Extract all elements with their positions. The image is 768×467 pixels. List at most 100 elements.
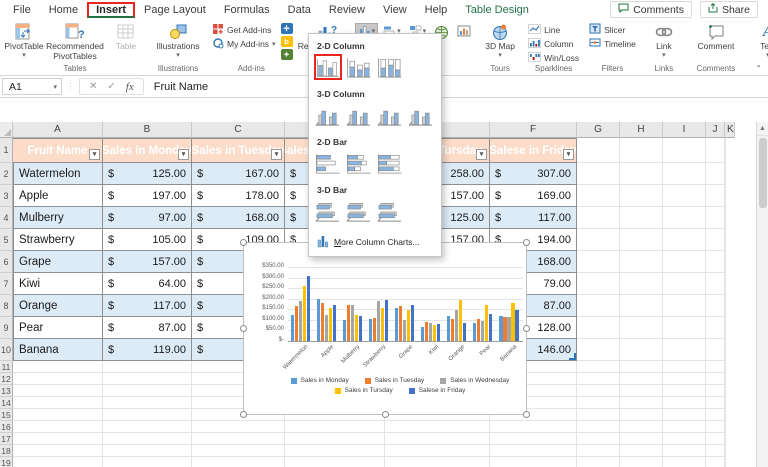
row-header-7[interactable]: 7 xyxy=(0,273,13,295)
cell-K1[interactable] xyxy=(725,138,726,163)
tab-file[interactable]: File xyxy=(4,2,40,18)
cell-B17[interactable] xyxy=(103,433,192,445)
chart-bar[interactable] xyxy=(328,308,332,341)
legend-item[interactable]: Sales in Tuesday xyxy=(364,377,424,384)
cell-G19[interactable] xyxy=(577,457,620,467)
cell-A14[interactable] xyxy=(13,397,103,409)
cell-H13[interactable] xyxy=(620,385,663,397)
row-header-2[interactable]: 2 xyxy=(0,163,13,185)
chart-bar[interactable] xyxy=(437,324,441,341)
cell-I12[interactable] xyxy=(663,373,706,385)
cell-F19[interactable] xyxy=(490,457,577,467)
row-header-3[interactable]: 3 xyxy=(0,185,13,207)
chart-bar[interactable] xyxy=(332,305,336,341)
chart-bar[interactable] xyxy=(477,319,481,341)
cell-J10[interactable] xyxy=(706,339,725,361)
cell-A19[interactable] xyxy=(13,457,103,467)
filter-button-F1[interactable]: ▾ xyxy=(563,149,574,160)
chart-resize-handle[interactable] xyxy=(382,411,389,418)
chart-bar[interactable] xyxy=(463,323,467,341)
cell-J11[interactable] xyxy=(706,361,725,373)
cell-H5[interactable] xyxy=(620,229,663,251)
cell-I11[interactable] xyxy=(663,361,706,373)
cell-G8[interactable] xyxy=(577,295,620,317)
cell-J18[interactable] xyxy=(706,445,725,457)
cell-K13[interactable] xyxy=(725,385,726,397)
cell-B9[interactable]: $87.00 xyxy=(103,317,192,339)
cell-I19[interactable] xyxy=(663,457,706,467)
column-header-H[interactable]: H xyxy=(620,122,663,138)
cell-G14[interactable] xyxy=(577,397,620,409)
chart-bar[interactable] xyxy=(410,305,415,341)
chart-resize-handle[interactable] xyxy=(523,411,530,418)
row-header-11[interactable]: 11 xyxy=(0,361,13,373)
legend-item[interactable]: Sales in Wednesday xyxy=(440,377,509,384)
addin-app-icon-2[interactable]: b xyxy=(280,36,293,47)
row-header-4[interactable]: 4 xyxy=(0,207,13,229)
chart-bar[interactable] xyxy=(421,327,425,341)
cell-I2[interactable] xyxy=(663,163,706,185)
cell-I7[interactable] xyxy=(663,273,706,295)
cell-A18[interactable] xyxy=(13,445,103,457)
cell-E18[interactable] xyxy=(385,445,490,457)
chart-bar[interactable] xyxy=(425,322,429,341)
cell-I9[interactable] xyxy=(663,317,706,339)
row-header-9[interactable]: 9 xyxy=(0,317,13,339)
cell-J4[interactable] xyxy=(706,207,725,229)
confirm-entry-icon[interactable]: ✓ xyxy=(107,81,115,92)
cell-K11[interactable] xyxy=(725,361,726,373)
cell-I16[interactable] xyxy=(663,421,706,433)
cell-K15[interactable] xyxy=(725,409,726,421)
cell-A7[interactable]: Kiwi xyxy=(13,273,103,295)
chart-bar[interactable] xyxy=(507,317,511,341)
column-header-J[interactable]: J xyxy=(706,122,725,138)
comment-button[interactable]: Comment xyxy=(690,20,742,52)
chart-bar[interactable] xyxy=(402,320,407,341)
cell-A16[interactable] xyxy=(13,421,103,433)
tab-page-layout[interactable]: Page Layout xyxy=(135,2,215,18)
cell-G15[interactable] xyxy=(577,409,620,421)
chart-bar[interactable] xyxy=(515,310,519,341)
chart-bar[interactable] xyxy=(384,300,388,341)
formula-input[interactable]: Fruit Name xyxy=(144,81,768,93)
chart-option-3d-clustered-bar[interactable] xyxy=(314,198,342,224)
cell-F17[interactable] xyxy=(490,433,577,445)
cell-G1[interactable] xyxy=(577,138,620,163)
row-header-12[interactable]: 12 xyxy=(0,373,13,385)
cell-K2[interactable] xyxy=(725,163,726,185)
cell-K5[interactable] xyxy=(725,229,726,251)
cell-H4[interactable] xyxy=(620,207,663,229)
cell-H8[interactable] xyxy=(620,295,663,317)
cell-H9[interactable] xyxy=(620,317,663,339)
addin-app-icon-1[interactable]: ✛ xyxy=(280,23,293,34)
cell-K18[interactable] xyxy=(725,445,726,457)
chart-bar[interactable] xyxy=(342,320,346,341)
cell-G2[interactable] xyxy=(577,163,620,185)
cell-J19[interactable] xyxy=(706,457,725,467)
cell-I15[interactable] xyxy=(663,409,706,421)
chart-bar[interactable] xyxy=(433,325,437,341)
slicer-button[interactable]: Slicer xyxy=(587,23,638,36)
cell-C16[interactable] xyxy=(192,421,285,433)
cell-G11[interactable] xyxy=(577,361,620,373)
cell-G17[interactable] xyxy=(577,433,620,445)
chart-option-3d-column[interactable] xyxy=(407,102,435,128)
cell-C17[interactable] xyxy=(192,433,285,445)
cell-B13[interactable] xyxy=(103,385,192,397)
cell-H7[interactable] xyxy=(620,273,663,295)
chart-option-100-stacked-column[interactable] xyxy=(376,54,404,80)
vertical-scrollbar[interactable]: ▲ xyxy=(756,122,768,467)
chart-bar[interactable] xyxy=(368,319,372,341)
row-header-8[interactable]: 8 xyxy=(0,295,13,317)
link-button[interactable]: Link ▾ xyxy=(644,20,684,59)
cell-G10[interactable] xyxy=(577,339,620,361)
chart-bar[interactable] xyxy=(398,306,403,341)
filter-button-E1[interactable]: ▾ xyxy=(476,149,487,160)
3d-map-button[interactable]: 3D Map ▾ xyxy=(480,20,520,59)
cell-H18[interactable] xyxy=(620,445,663,457)
cell-B19[interactable] xyxy=(103,457,192,467)
cell-F4[interactable]: $117.00 xyxy=(490,207,577,229)
chart-bar[interactable] xyxy=(290,315,294,341)
cell-A8[interactable]: Orange xyxy=(13,295,103,317)
cell-H14[interactable] xyxy=(620,397,663,409)
